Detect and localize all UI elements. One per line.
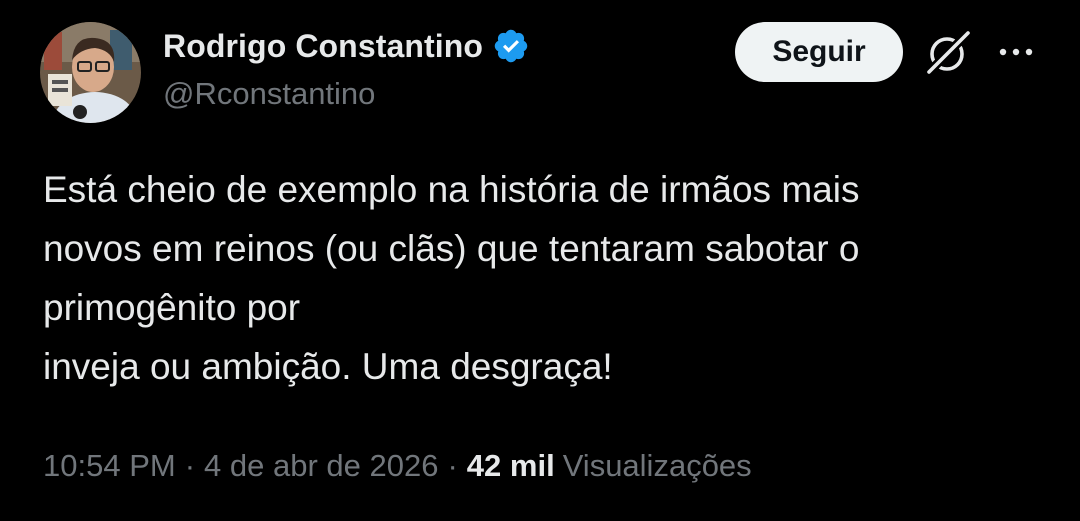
views-label: Visualizações — [562, 448, 752, 483]
more-options-icon[interactable] — [998, 38, 1034, 66]
author-name[interactable]: Rodrigo Constantino — [163, 28, 483, 65]
meta-separator: · — [447, 448, 458, 483]
author-handle[interactable]: @Rconstantino — [163, 76, 375, 112]
avatar[interactable] — [40, 22, 141, 123]
avatar-photo — [40, 22, 141, 123]
tweet-date[interactable]: 4 de abr de 2026 — [204, 448, 438, 484]
views-count[interactable]: 42 mil — [467, 448, 555, 484]
tweet-meta: 10:54 PM · 4 de abr de 2026 · 42 mil Vis… — [43, 444, 752, 488]
meta-separator: · — [184, 448, 196, 483]
tweet-time[interactable]: 10:54 PM — [43, 448, 176, 484]
verified-badge-icon[interactable] — [492, 27, 530, 65]
author-name-row: Rodrigo Constantino — [163, 26, 530, 66]
follow-button[interactable]: Seguir — [735, 22, 903, 82]
tweet-text: Está cheio de exemplo na história de irm… — [43, 169, 860, 387]
grok-icon[interactable] — [922, 28, 974, 78]
